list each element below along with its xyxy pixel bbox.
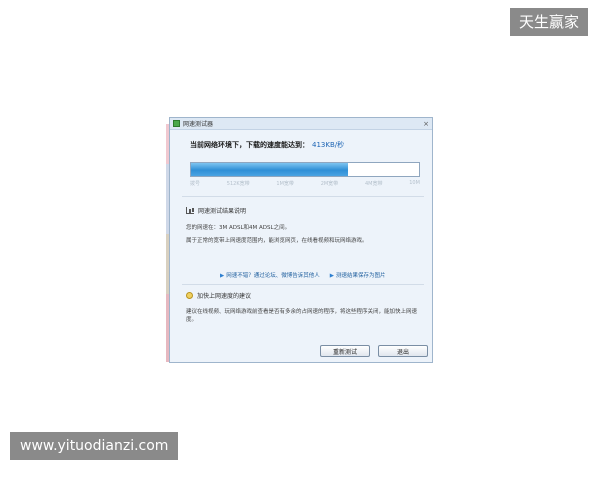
retest-button[interactable]: 重新测试 (320, 345, 370, 357)
result-heading-text: 网速测试结果说明 (198, 208, 247, 215)
exit-button[interactable]: 退出 (378, 345, 428, 357)
watermark-top: 天生赢家 (509, 8, 588, 36)
chart-icon (186, 207, 194, 214)
share-link[interactable]: ▶ 网速不错？通过论坛、微博告诉其他人 (220, 271, 320, 279)
tips-heading-text: 加快上网速度的建议 (197, 293, 252, 300)
watermark-bottom: www.yituodianzi.com (10, 432, 179, 460)
result-line-1: 您的网速在：3M ADSL和4M ADSL之间。 (186, 225, 291, 231)
scale-label: 10M (409, 180, 420, 186)
action-links: ▶ 网速不错？通过论坛、微博告诉其他人 ▶ 测速结果保存为图片 (220, 271, 386, 279)
tips-section-heading: 加快上网速度的建议 (186, 291, 251, 300)
divider (182, 196, 424, 197)
save-image-link[interactable]: ▶ 测速结果保存为图片 (330, 271, 386, 279)
tips-text: 建议在线视频、玩网络游戏前查看是否有多余的占网速的程序，将这些程序关闭，能加快上… (186, 309, 418, 323)
dialog-title: 网速测试器 (183, 121, 214, 128)
screenshot-page: 天生赢家 网速测试器 × 当前网络环境下，下载的速度能达到： 413KB/秒 拨号… (0, 0, 600, 480)
scale-label: 拨号 (190, 181, 201, 187)
scale-label: 4M宽带 (364, 181, 383, 187)
speed-progress-fill (191, 163, 349, 176)
title-bar[interactable]: 网速测试器 × (170, 118, 432, 130)
speed-test-dialog: 网速测试器 × 当前网络环境下，下载的速度能达到： 413KB/秒 拨号 512K… (169, 117, 433, 363)
speed-label: 当前网络环境下，下载的速度能达到： (190, 141, 309, 149)
speed-scale: 拨号 512K宽带 1M宽带 2M宽带 4M宽带 10M (190, 180, 420, 187)
divider (182, 284, 424, 285)
app-icon (173, 120, 180, 127)
result-line-2: 属于正常的宽带上网速度范围内，能浏览网页，在线看视频和玩网络游戏。 (186, 238, 368, 244)
scale-label: 1M宽带 (276, 181, 294, 187)
speed-progress-bar (190, 162, 420, 177)
arrow-icon: ▶ (329, 273, 334, 279)
arrow-icon: ▶ (220, 273, 225, 279)
speed-result: 当前网络环境下，下载的速度能达到： 413KB/秒 (190, 140, 344, 150)
scale-label: 2M宽带 (320, 181, 339, 187)
save-image-link-text: 测速结果保存为图片 (335, 273, 386, 279)
result-section-heading: 网速测试结果说明 (186, 206, 246, 215)
lightbulb-icon (186, 292, 193, 299)
close-icon[interactable]: × (423, 119, 429, 129)
speed-value: 413KB/秒 (312, 141, 345, 149)
scale-label: 512K宽带 (226, 181, 250, 187)
share-link-text: 网速不错？通过论坛、微博告诉其他人 (226, 273, 320, 279)
